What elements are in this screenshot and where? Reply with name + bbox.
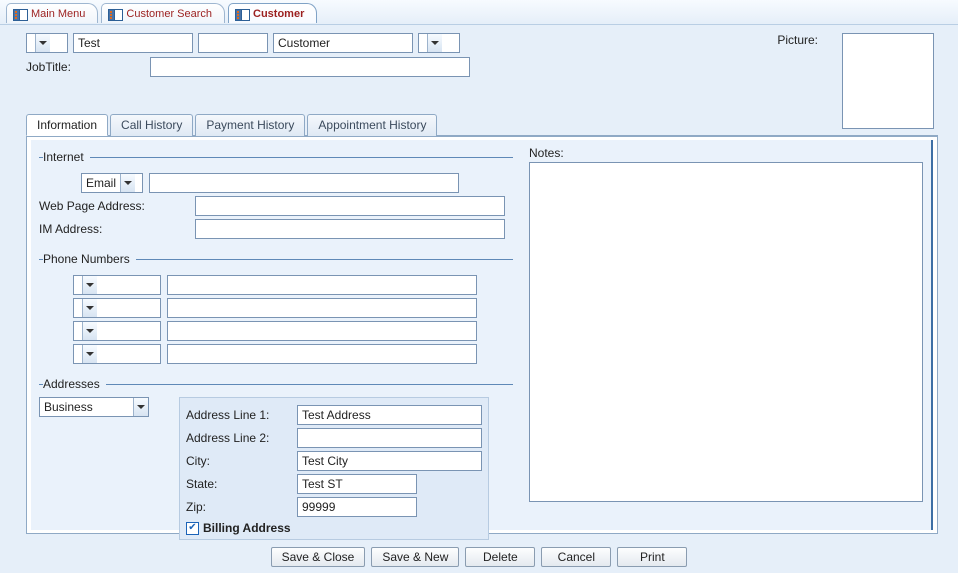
im-label: IM Address: bbox=[39, 222, 189, 236]
form-icon bbox=[235, 8, 249, 20]
internet-group: Internet Email Web Page Address: bbox=[39, 150, 513, 242]
form-icon bbox=[108, 8, 122, 20]
webpage-label: Web Page Address: bbox=[39, 199, 189, 213]
zip-field[interactable]: 99999 bbox=[297, 497, 417, 517]
chevron-down-icon[interactable] bbox=[82, 322, 97, 340]
subtab-strip: Information Call History Payment History… bbox=[26, 113, 938, 136]
billing-address-label: Billing Address bbox=[203, 521, 291, 535]
subtab-label: Appointment History bbox=[318, 118, 426, 132]
jobtitle-field[interactable] bbox=[150, 57, 470, 77]
notes-label: Notes: bbox=[529, 146, 923, 160]
jobtitle-label: JobTitle: bbox=[26, 60, 86, 74]
addr2-label: Address Line 2: bbox=[186, 431, 291, 445]
addr1-field[interactable]: Test Address bbox=[297, 405, 482, 425]
im-field[interactable] bbox=[195, 219, 505, 239]
phone-group: Phone Numbers bbox=[39, 252, 513, 367]
addresses-legend: Addresses bbox=[43, 377, 106, 391]
first-name-value: Test bbox=[78, 36, 100, 50]
phone-number-field[interactable] bbox=[167, 298, 477, 318]
subtab-appointment-history[interactable]: Appointment History bbox=[307, 114, 437, 136]
cancel-button[interactable]: Cancel bbox=[541, 547, 611, 567]
address-type-dropdown[interactable]: Business bbox=[39, 397, 149, 417]
phone-type-dropdown[interactable] bbox=[73, 275, 161, 295]
phone-type-dropdown[interactable] bbox=[73, 298, 161, 318]
information-panel: Internet Email Web Page Address: bbox=[26, 136, 938, 534]
notes-textarea[interactable] bbox=[529, 162, 923, 502]
state-field[interactable]: Test ST bbox=[297, 474, 417, 494]
last-name-field[interactable]: Customer bbox=[273, 33, 413, 53]
subtab-label: Information bbox=[37, 118, 97, 132]
btn-label: Print bbox=[640, 550, 665, 564]
button-bar: Save & Close Save & New Delete Cancel Pr… bbox=[0, 547, 958, 567]
phone-number-field[interactable] bbox=[167, 275, 477, 295]
phone-type-dropdown[interactable] bbox=[73, 344, 161, 364]
chevron-down-icon[interactable] bbox=[82, 276, 97, 294]
email-type-value: Email bbox=[82, 176, 120, 190]
email-type-dropdown[interactable]: Email bbox=[81, 173, 143, 193]
btn-label: Save & Close bbox=[282, 550, 355, 564]
phone-type-dropdown[interactable] bbox=[73, 321, 161, 341]
tab-customer-search[interactable]: Customer Search bbox=[101, 3, 225, 23]
tab-customer[interactable]: Customer bbox=[228, 3, 317, 23]
tab-label: Customer Search bbox=[126, 8, 212, 20]
title-dropdown[interactable] bbox=[26, 33, 68, 53]
tab-label: Customer bbox=[253, 8, 304, 20]
addresses-group: Addresses Business Address Line 1: Test A… bbox=[39, 377, 513, 540]
email-field[interactable] bbox=[149, 173, 459, 193]
tab-label: Main Menu bbox=[31, 8, 85, 20]
phone-number-field[interactable] bbox=[167, 344, 477, 364]
chevron-down-icon[interactable] bbox=[35, 34, 50, 52]
print-button[interactable]: Print bbox=[617, 547, 687, 567]
form-icon bbox=[13, 8, 27, 20]
subtab-information[interactable]: Information bbox=[26, 114, 108, 136]
webpage-field[interactable] bbox=[195, 196, 505, 216]
first-name-field[interactable]: Test bbox=[73, 33, 193, 53]
phone-number-field[interactable] bbox=[167, 321, 477, 341]
btn-label: Save & New bbox=[382, 550, 448, 564]
addr1-value: Test Address bbox=[302, 408, 371, 422]
last-name-value: Customer bbox=[278, 36, 330, 50]
address-type-value: Business bbox=[40, 400, 133, 414]
chevron-down-icon[interactable] bbox=[427, 34, 442, 52]
suffix-dropdown[interactable] bbox=[418, 33, 460, 53]
internet-legend: Internet bbox=[43, 150, 90, 164]
tab-main-menu[interactable]: Main Menu bbox=[6, 3, 98, 23]
billing-address-checkbox[interactable]: ✔ bbox=[186, 522, 199, 535]
chevron-down-icon[interactable] bbox=[82, 299, 97, 317]
phone-legend: Phone Numbers bbox=[43, 252, 136, 266]
city-label: City: bbox=[186, 454, 291, 468]
subtab-call-history[interactable]: Call History bbox=[110, 114, 193, 136]
city-value: Test City bbox=[302, 454, 348, 468]
form-area: Test Customer JobTitle: Picture: Informa… bbox=[0, 24, 958, 573]
save-close-button[interactable]: Save & Close bbox=[271, 547, 366, 567]
subtab-label: Payment History bbox=[206, 118, 294, 132]
zip-value: 99999 bbox=[302, 500, 335, 514]
subtab-payment-history[interactable]: Payment History bbox=[195, 114, 305, 136]
window-tabstrip: Main Menu Customer Search Customer bbox=[0, 0, 958, 23]
chevron-down-icon[interactable] bbox=[82, 345, 97, 363]
picture-label: Picture: bbox=[777, 33, 818, 47]
chevron-down-icon[interactable] bbox=[120, 174, 135, 192]
chevron-down-icon[interactable] bbox=[133, 398, 148, 416]
state-label: State: bbox=[186, 477, 291, 491]
state-value: Test ST bbox=[302, 477, 343, 491]
subtab-label: Call History bbox=[121, 118, 182, 132]
addr2-field[interactable] bbox=[297, 428, 482, 448]
btn-label: Delete bbox=[483, 550, 518, 564]
btn-label: Cancel bbox=[558, 550, 595, 564]
zip-label: Zip: bbox=[186, 500, 291, 514]
delete-button[interactable]: Delete bbox=[465, 547, 535, 567]
addr1-label: Address Line 1: bbox=[186, 408, 291, 422]
save-new-button[interactable]: Save & New bbox=[371, 547, 459, 567]
middle-name-field[interactable] bbox=[198, 33, 268, 53]
city-field[interactable]: Test City bbox=[297, 451, 482, 471]
